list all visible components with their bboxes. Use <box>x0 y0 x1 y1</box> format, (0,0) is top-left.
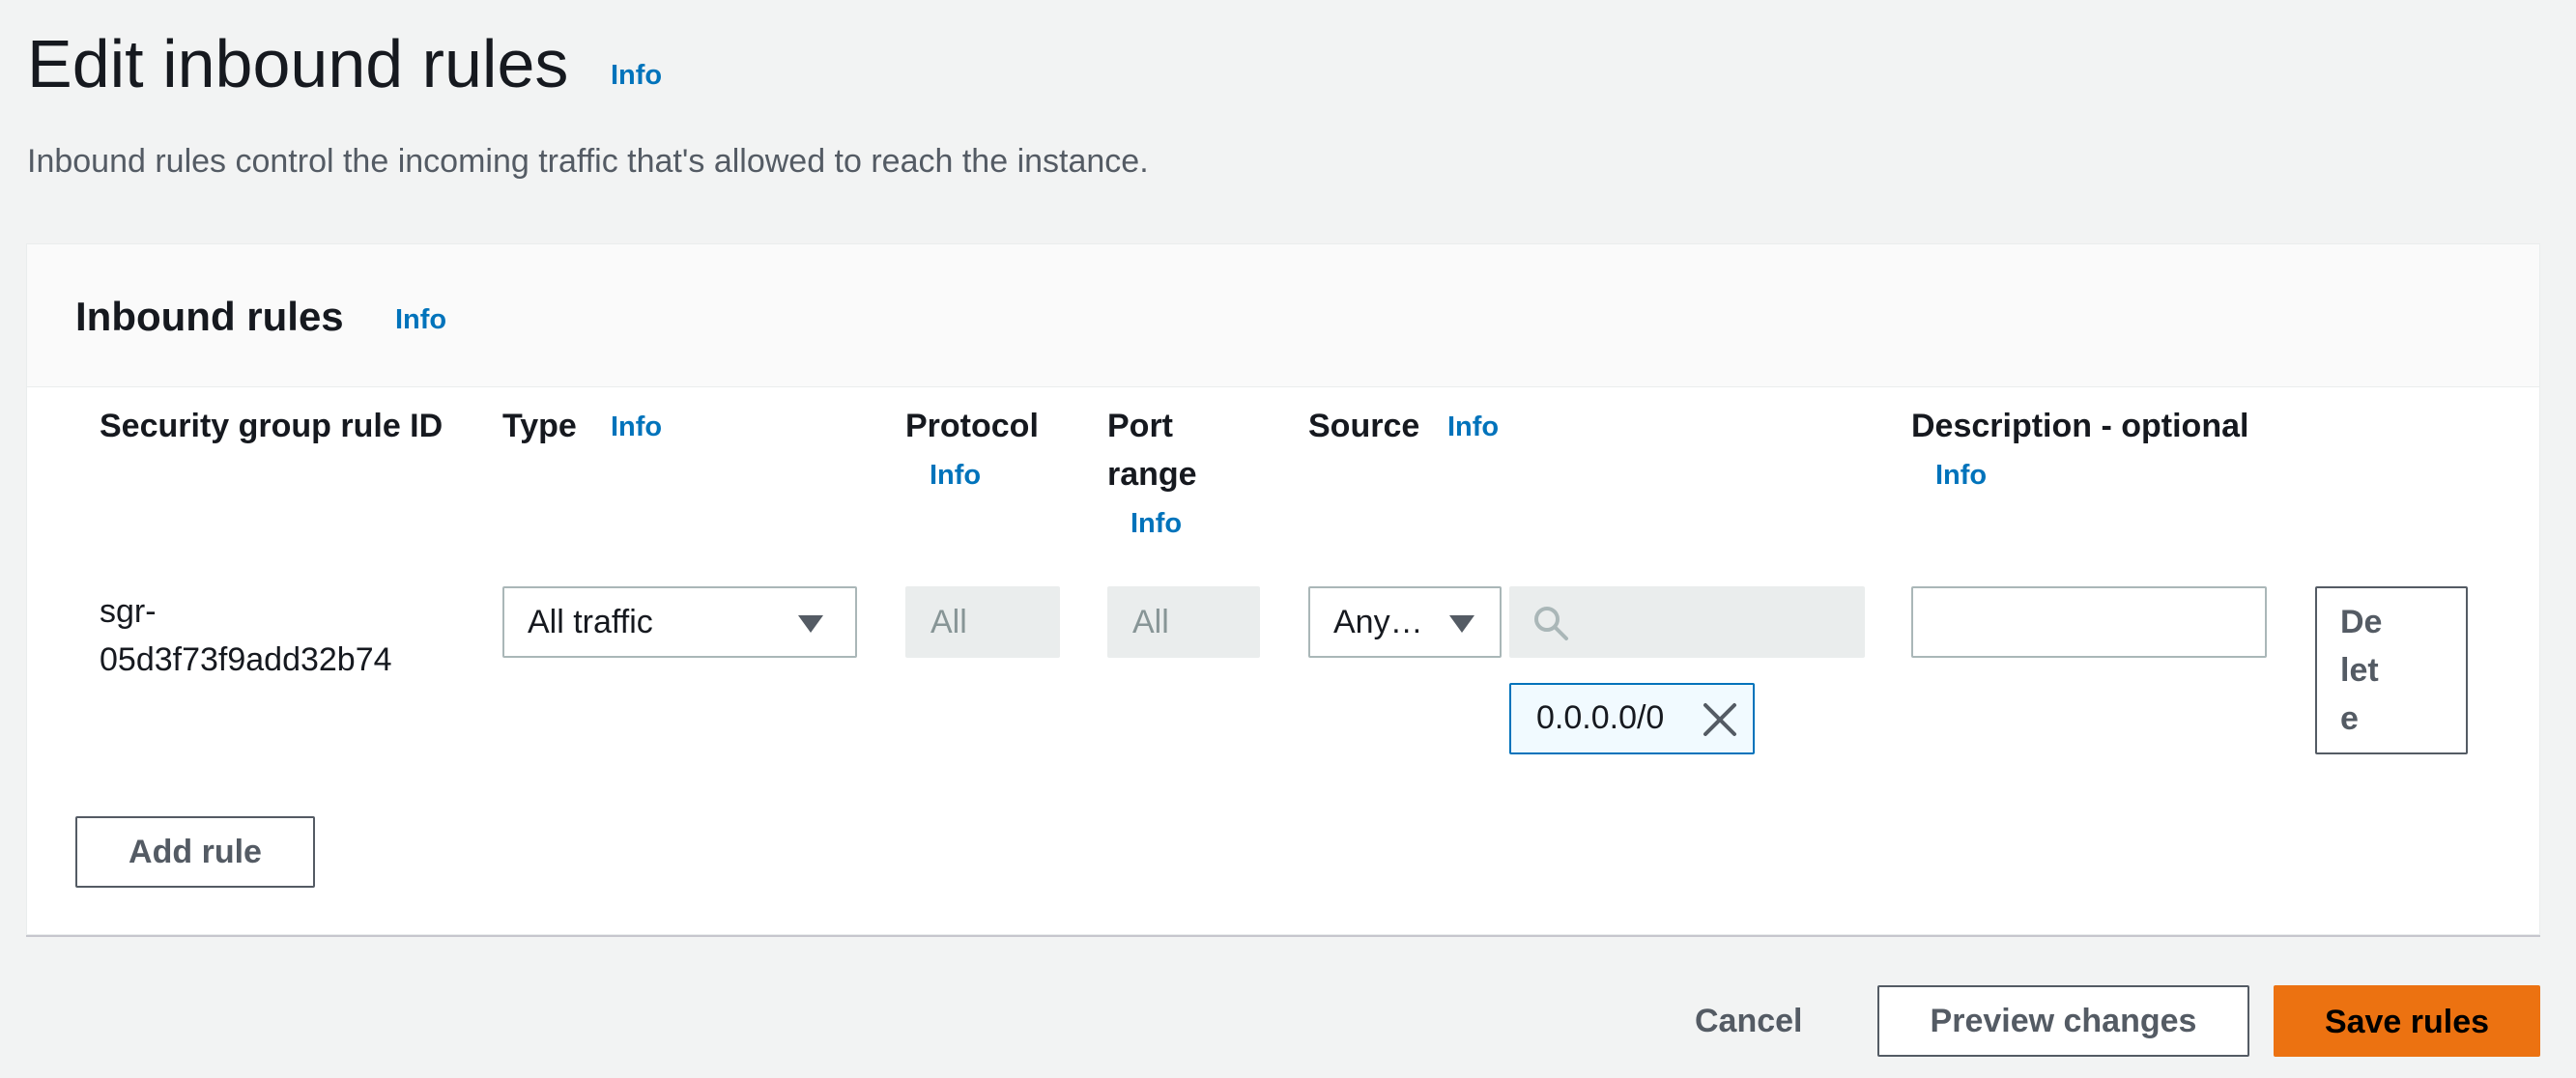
source-token-label: 0.0.0.0/0 <box>1536 699 1665 736</box>
panel-title: Inbound rules <box>75 294 344 339</box>
delete-label-line3: e <box>2340 700 2359 737</box>
caret-down-icon <box>1449 615 1474 633</box>
source-info-link[interactable]: Info <box>1447 411 1499 443</box>
type-info-link[interactable]: Info <box>611 411 662 443</box>
panel-header: Inbound rules Info <box>27 244 2539 387</box>
source-search-input[interactable] <box>1509 586 1865 658</box>
close-icon[interactable] <box>1703 702 1737 737</box>
page-title-info-link[interactable]: Info <box>611 60 662 92</box>
page-title: Edit inbound rules <box>27 26 569 101</box>
description-input[interactable] <box>1911 586 2267 658</box>
source-type-select[interactable]: Any… <box>1308 586 1502 658</box>
column-header-port-range-line1: Port <box>1107 408 1173 444</box>
rule-id-line2: 05d3f73f9add32b74 <box>100 641 392 678</box>
column-header-protocol: Protocol <box>905 408 1039 444</box>
rule-id-value: sgr- 05d3f73f9add32b74 <box>100 587 486 684</box>
inbound-rules-panel: Inbound rules Info Security group rule I… <box>26 243 2540 935</box>
type-select[interactable]: All traffic <box>502 586 857 658</box>
protocol-info-link[interactable]: Info <box>930 460 981 492</box>
port-range-field: All <box>1107 586 1260 658</box>
source-type-select-value: Any… <box>1333 604 1423 640</box>
preview-changes-button[interactable]: Preview changes <box>1877 985 2249 1057</box>
delete-label-line2: let <box>2340 652 2379 689</box>
column-header-type: Type <box>502 408 577 444</box>
column-header-port-range-line2: range <box>1107 456 1197 493</box>
rule-id-line1: sgr- <box>100 593 157 630</box>
panel-title-info-link[interactable]: Info <box>395 304 446 336</box>
column-header-rule-id: Security group rule ID <box>100 408 444 444</box>
save-rules-button[interactable]: Save rules <box>2274 985 2540 1057</box>
protocol-field: All <box>905 586 1060 658</box>
column-header-source: Source <box>1308 408 1420 444</box>
column-header-description: Description - optional <box>1911 408 2249 444</box>
type-select-value: All traffic <box>528 604 653 640</box>
delete-label-line1: De <box>2340 604 2383 640</box>
port-range-info-link[interactable]: Info <box>1131 508 1182 540</box>
description-info-link[interactable]: Info <box>1935 460 1987 492</box>
cancel-button[interactable]: Cancel <box>1695 985 1803 1057</box>
search-icon <box>1534 607 1568 640</box>
source-token: 0.0.0.0/0 <box>1509 683 1755 754</box>
delete-rule-button[interactable]: De let e <box>2315 586 2468 754</box>
page-description: Inbound rules control the incoming traff… <box>27 143 1149 180</box>
caret-down-icon <box>798 615 823 633</box>
add-rule-button[interactable]: Add rule <box>75 816 315 888</box>
